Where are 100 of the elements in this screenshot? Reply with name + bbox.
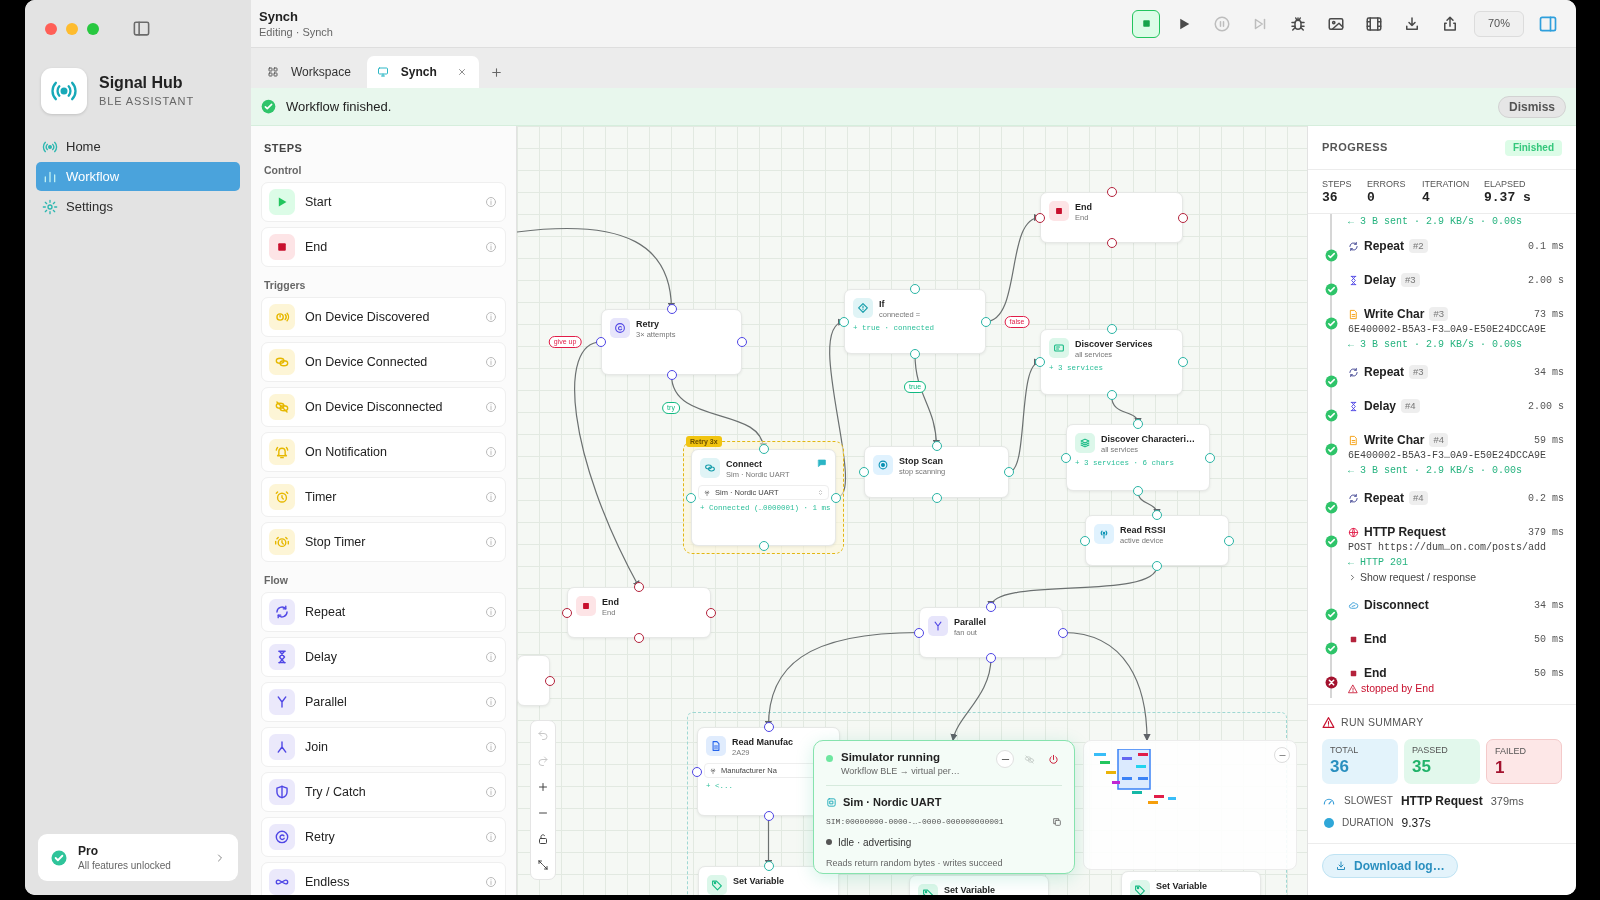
flow-node[interactable] bbox=[517, 655, 550, 706]
step-item[interactable]: Retry bbox=[261, 817, 506, 857]
port-handle[interactable] bbox=[686, 492, 696, 503]
merge-icon bbox=[269, 734, 295, 760]
log-detail[interactable]: Show request / response bbox=[1360, 569, 1477, 586]
port-handle[interactable] bbox=[763, 861, 774, 871]
port-handle[interactable] bbox=[692, 766, 702, 777]
step-item[interactable]: On Device Connected bbox=[261, 342, 506, 382]
plan-card[interactable]: Pro All features unlocked bbox=[38, 834, 238, 881]
metric-name: HTTP Request bbox=[1400, 792, 1483, 810]
step-item[interactable]: Try / Catch bbox=[261, 772, 506, 812]
port-handle[interactable] bbox=[1004, 467, 1014, 477]
flow-node[interactable]: Set Variable bbox=[698, 866, 839, 895]
copy-icon bbox=[1052, 816, 1062, 827]
info-icon bbox=[485, 491, 497, 503]
port-handle[interactable] bbox=[986, 602, 996, 612]
lock-icon bbox=[537, 833, 549, 845]
minimap[interactable] bbox=[1083, 740, 1297, 870]
sidebar-item[interactable]: Settings bbox=[36, 192, 240, 221]
step-item[interactable]: Start bbox=[261, 182, 506, 222]
log-title: Disconnect bbox=[1364, 597, 1429, 614]
antenna-icon bbox=[703, 488, 711, 497]
port-handle[interactable] bbox=[706, 607, 716, 618]
port-handle[interactable] bbox=[1224, 535, 1234, 546]
port-handle[interactable] bbox=[981, 316, 991, 327]
port-handle[interactable] bbox=[1152, 510, 1162, 520]
node-title: Parallel bbox=[954, 617, 987, 628]
port-handle[interactable] bbox=[1035, 357, 1045, 367]
port-handle[interactable] bbox=[1106, 324, 1117, 334]
port-handle[interactable] bbox=[1205, 452, 1215, 463]
zoom-window-button[interactable] bbox=[87, 22, 99, 35]
play-icon bbox=[269, 189, 295, 215]
step-item[interactable]: On Notification bbox=[261, 432, 506, 472]
port-handle[interactable] bbox=[1080, 535, 1090, 546]
port-handle[interactable] bbox=[931, 493, 942, 503]
flow-node[interactable]: Set Variable bbox=[1121, 871, 1261, 895]
port-handle[interactable] bbox=[737, 337, 747, 347]
log-title: Repeat bbox=[1364, 238, 1404, 255]
step-item[interactable]: Endless bbox=[261, 862, 506, 895]
share-icon bbox=[1441, 14, 1459, 33]
iteration-badge: #3 bbox=[1401, 273, 1420, 287]
port-handle[interactable] bbox=[931, 441, 942, 451]
step-item[interactable]: On Device Disconnected bbox=[261, 387, 506, 427]
step-item[interactable]: Stop Timer bbox=[261, 522, 506, 562]
iteration-badge: #3 bbox=[1409, 365, 1428, 379]
step-item[interactable]: Repeat bbox=[261, 592, 506, 632]
port-handle[interactable] bbox=[634, 582, 644, 592]
stat-label: ELAPSED bbox=[1484, 177, 1527, 190]
node-title: Read Manufac bbox=[732, 737, 793, 748]
stat-label: ITERATION bbox=[1422, 177, 1471, 190]
port-handle[interactable] bbox=[914, 627, 924, 638]
port-handle[interactable] bbox=[1106, 390, 1117, 400]
banner-message: Workflow finished. bbox=[286, 97, 392, 116]
tab[interactable]: Workspace bbox=[257, 56, 361, 88]
step-item[interactable]: Parallel bbox=[261, 682, 506, 722]
port-handle[interactable] bbox=[1058, 627, 1068, 638]
port-handle[interactable] bbox=[859, 467, 869, 477]
port-handle[interactable] bbox=[562, 607, 572, 618]
collapse-button[interactable] bbox=[1274, 747, 1290, 763]
port-handle[interactable] bbox=[763, 811, 774, 821]
port-handle[interactable] bbox=[596, 337, 606, 347]
step-item[interactable]: Delay bbox=[261, 637, 506, 677]
port-handle[interactable] bbox=[1152, 561, 1162, 571]
tab[interactable]: Synch bbox=[366, 56, 479, 88]
port-handle[interactable] bbox=[666, 304, 677, 314]
port-handle[interactable] bbox=[910, 284, 920, 294]
port-handle[interactable] bbox=[666, 370, 677, 380]
step-item[interactable]: Join bbox=[261, 727, 506, 767]
simulator-button[interactable] bbox=[996, 750, 1014, 768]
port-handle[interactable] bbox=[545, 675, 555, 686]
port-handle[interactable] bbox=[1178, 212, 1188, 223]
info-icon bbox=[485, 356, 497, 368]
branch-icon bbox=[928, 616, 948, 636]
dismiss-button[interactable]: Dismiss bbox=[1497, 95, 1566, 118]
step-item[interactable]: End bbox=[261, 227, 506, 267]
port-handle[interactable] bbox=[1133, 419, 1143, 429]
retry-icon bbox=[269, 824, 295, 850]
port-handle[interactable] bbox=[831, 492, 841, 503]
port-handle[interactable] bbox=[1061, 452, 1071, 463]
log-detail: ← HTTP 201 bbox=[1348, 556, 1408, 570]
flow-node[interactable]: Set Variable bbox=[909, 875, 1049, 895]
port-handle[interactable] bbox=[1035, 212, 1045, 223]
port-handle[interactable] bbox=[839, 316, 849, 327]
close-window-button[interactable] bbox=[45, 22, 57, 35]
repeat-icon bbox=[1348, 366, 1359, 378]
step-item[interactable]: Timer bbox=[261, 477, 506, 517]
port-handle[interactable] bbox=[758, 541, 769, 551]
port-handle[interactable] bbox=[763, 722, 774, 732]
port-handle[interactable] bbox=[1106, 187, 1117, 197]
port-handle[interactable] bbox=[986, 653, 996, 663]
port-handle[interactable] bbox=[1106, 238, 1117, 248]
port-handle[interactable] bbox=[1178, 357, 1188, 367]
port-handle[interactable] bbox=[1133, 486, 1143, 496]
zoom-level-button[interactable]: 70% bbox=[1474, 10, 1524, 37]
sidebar-item[interactable]: Home bbox=[36, 132, 240, 161]
log-duration: 50 ms bbox=[1534, 666, 1564, 681]
port-handle[interactable] bbox=[634, 633, 644, 643]
step-item[interactable]: On Device Discovered bbox=[261, 297, 506, 337]
port-handle[interactable] bbox=[910, 349, 920, 359]
port-handle[interactable] bbox=[758, 444, 769, 454]
